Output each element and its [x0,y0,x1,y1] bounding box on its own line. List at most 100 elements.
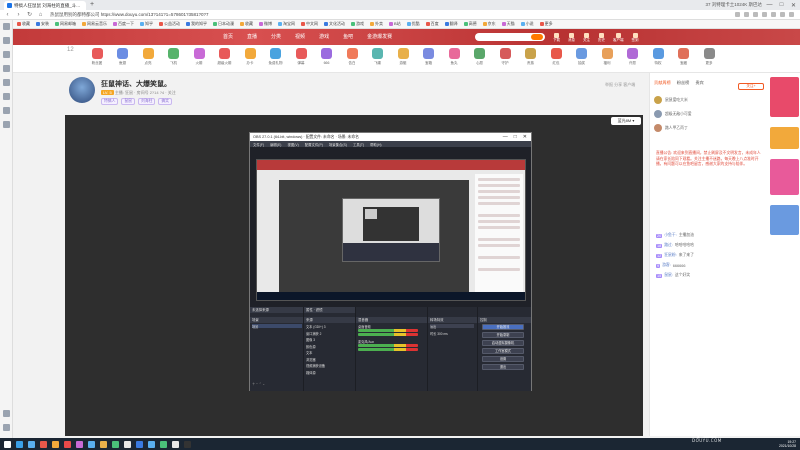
browser-tab-active[interactable]: 特搞人狂鼠鼠 刘海柱的直播_斗... [4,1,86,10]
bookmark-item[interactable]: 外卖 [370,21,383,27]
gift-item[interactable]: 火箭 [187,48,211,66]
chat-username[interactable]: 游客: [662,263,671,268]
bookmark-item[interactable]: 更多 [539,21,553,27]
sidebar-settings-icon[interactable] [3,410,10,417]
back-arrow-icon[interactable]: ‹ [4,12,11,18]
gift-item[interactable]: 抽奖 [570,48,594,66]
taskbar-app-icon[interactable] [16,440,23,448]
taskbar-app-icon[interactable] [172,440,179,448]
sidebar-game-icon[interactable] [3,93,10,100]
gift-item[interactable]: 游艇 [391,48,415,66]
taskbar-app-icon[interactable] [100,440,107,448]
menu-icon[interactable] [789,12,794,17]
sidebar-mail-icon[interactable] [3,79,10,86]
header-action[interactable]: 消息 [568,33,575,43]
taskbar-app-icon[interactable] [184,440,191,448]
site-nav-item[interactable]: 视频 [295,33,305,40]
room-tag[interactable]: 鼠鼠 [121,98,135,105]
bookmark-item[interactable]: 知乎 [140,21,153,27]
site-nav-item[interactable]: 首页 [223,33,233,40]
bookmark-item[interactable]: B站 [389,21,401,27]
home-icon[interactable]: ⌂ [37,12,44,18]
bookmark-item[interactable]: 网易邮箱 [55,21,76,27]
room-tag[interactable]: 搞笑 [158,98,172,105]
chat-username[interactable]: 小鱼干: [664,233,676,238]
bookmark-item[interactable]: 收藏 [17,21,30,27]
fan-rank-item[interactable]: 鼠鼠爱吃大米 [654,95,688,105]
gift-item[interactable]: 点亮 [136,48,160,66]
close-window-button[interactable]: ✕ [789,2,798,9]
site-nav-item[interactable]: 鱼吧 [343,33,353,40]
gift-item[interactable]: 鱼丸 [442,48,466,66]
gift-item[interactable]: 鱼翅 [111,48,135,66]
bookmark-item[interactable]: 游戏 [351,21,364,27]
gift-item[interactable]: 红包 [544,48,568,66]
sidebar-shop-icon[interactable] [3,107,10,114]
url-field[interactable]: 热鼠鼠用别的都特都公司 https://www.douyu.com/13?141… [50,12,208,18]
bookmark-item[interactable]: 公益活动 [159,21,180,27]
extension-icon[interactable] [753,12,758,17]
gift-item[interactable]: 免费礼物 [264,48,288,66]
room-tag[interactable]: 刘海柱 [137,98,156,105]
refresh-icon[interactable]: ↻ [26,11,33,18]
gift-item[interactable]: 办卡 [238,48,262,66]
header-action[interactable]: 签到 [632,33,639,43]
bookmark-item[interactable]: 中文网 [301,21,318,27]
chat-username[interactable]: 鼠鼠: [664,273,673,278]
header-action[interactable]: 关注 [583,33,590,43]
tab-weekly-rank[interactable]: 贡献周榜 [654,80,671,86]
bookmark-item[interactable]: 优酷 [406,21,420,27]
extension-icon[interactable] [771,12,776,17]
gift-item[interactable]: 666 [315,48,339,65]
promo-banner[interactable] [770,159,799,195]
bookmark-item[interactable]: 日本动漫 [213,21,234,27]
bookmark-item[interactable]: 收藏 [240,21,253,27]
bookmark-item[interactable]: 微博 [259,21,272,27]
taskbar-app-icon[interactable] [160,440,167,448]
video-player[interactable]: 蓝光8M ▾ OBS 27.0.1 (64-bit, windows) · 配置… [65,115,643,436]
gift-item[interactable]: 粉丝团 [85,48,109,66]
room-tag[interactable]: 特搞人 [101,98,119,105]
extension-icon[interactable] [762,12,767,17]
bookmark-item[interactable]: 安装 [36,21,49,27]
maximize-button[interactable]: □ [777,2,786,8]
subscribe-button[interactable]: 关注+ [738,83,764,90]
header-action[interactable]: 客户端 [613,33,624,43]
bookmark-item[interactable]: 文化活动 [324,21,345,27]
promo-banner[interactable] [770,127,799,149]
gift-item[interactable]: 宝藏 [672,48,696,66]
taskbar-app-icon[interactable] [64,440,71,448]
sidebar-collapse-icon[interactable] [3,424,10,431]
tab-vip[interactable]: 贵宾 [695,80,703,86]
gift-item[interactable]: 宝箱 [417,48,441,66]
sidebar-app-icon[interactable] [3,121,10,128]
gift-item[interactable]: 告白 [340,48,364,66]
search-button[interactable] [531,34,543,40]
bookmark-item[interactable]: 天猫 [501,21,515,27]
gift-item[interactable]: 更多 [697,48,721,66]
bookmark-item[interactable]: 网易云音乐 [82,21,107,27]
promo-banner[interactable] [770,205,799,235]
streamer-avatar[interactable] [69,77,95,103]
taskbar-app-icon[interactable] [76,440,83,448]
sidebar-star-icon[interactable] [3,23,10,30]
bookmark-item[interactable]: 翻译 [444,21,458,27]
forward-arrow-icon[interactable]: › [15,12,22,18]
gift-item[interactable]: 福利 [595,48,619,66]
extension-icon[interactable] [780,12,785,17]
gift-item[interactable]: 弹幕 [289,48,313,66]
gift-item[interactable]: 心愿 [468,48,492,66]
room-actions[interactable]: 举报 分享 客户端 [605,82,635,88]
bookmark-item[interactable]: 小说 [520,21,534,27]
promo-banner[interactable] [770,77,799,117]
taskbar-app-icon[interactable] [88,440,95,448]
site-nav-item[interactable]: 分类 [271,33,281,40]
gift-item[interactable]: 超级火箭 [213,48,237,66]
site-nav-item[interactable]: 直播 [247,33,257,40]
chat-username[interactable]: 狂鼠粉: [664,253,676,258]
gift-item[interactable]: 特权 [646,48,670,66]
extension-icon[interactable] [744,12,749,17]
sidebar-history-icon[interactable] [3,37,10,44]
sidebar-download-icon[interactable] [3,51,10,58]
taskbar-app-icon[interactable] [148,440,155,448]
